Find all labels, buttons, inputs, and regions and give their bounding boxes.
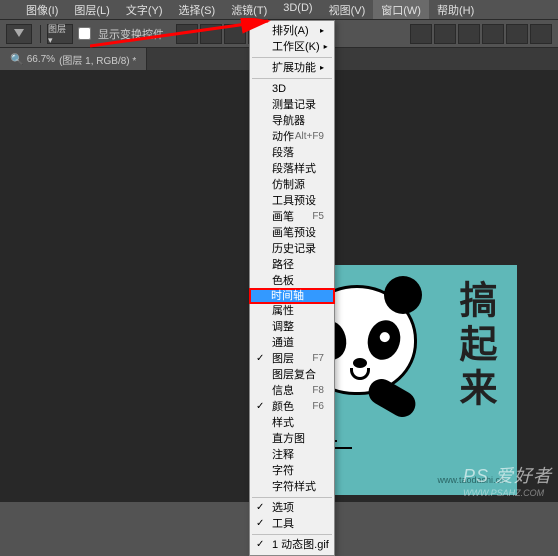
align-bottom-icon[interactable]: [224, 24, 246, 44]
distribute-buttons: [410, 24, 552, 44]
menu-window[interactable]: 窗口(W): [373, 0, 429, 19]
menu-item[interactable]: 仿制源: [250, 177, 334, 193]
menu-item[interactable]: 3D: [250, 81, 334, 97]
tab-zoom-percent: 66.7%: [27, 54, 55, 65]
menu-item[interactable]: 段落样式: [250, 161, 334, 177]
menu-item[interactable]: 通道: [250, 335, 334, 351]
3d-mode-icon[interactable]: [410, 24, 432, 44]
show-transform-controls-checkbox[interactable]: [78, 27, 91, 40]
3d-mode5-icon[interactable]: [506, 24, 528, 44]
menu-item[interactable]: 扩展功能: [250, 60, 334, 76]
auto-select-dropdown[interactable]: 图层 ▾: [47, 24, 73, 44]
menu-filter[interactable]: 滤镜(T): [223, 0, 275, 19]
menu-item[interactable]: 段落: [250, 145, 334, 161]
menu-item[interactable]: 图层F7: [250, 351, 334, 367]
menu-item[interactable]: 画笔F5: [250, 209, 334, 225]
menu-item[interactable]: 注释: [250, 447, 334, 463]
document-tab[interactable]: 🔍 66.7% (图层 1, RGB/8) *: [0, 48, 147, 70]
canvas-image: 搞起来 www.taodashi.cn: [332, 265, 517, 495]
menu-item[interactable]: 导航器: [250, 113, 334, 129]
show-transform-controls-label: 显示变换控件: [98, 26, 164, 42]
menu-type[interactable]: 文字(Y): [118, 0, 171, 19]
menu-select[interactable]: 选择(S): [171, 0, 224, 19]
menu-item[interactable]: 测量记录: [250, 97, 334, 113]
menu-item[interactable]: 样式: [250, 415, 334, 431]
menu-item[interactable]: 选项: [250, 500, 334, 516]
menu-item[interactable]: 图层复合: [250, 367, 334, 383]
window-menu-dropdown: 排列(A)工作区(K) 扩展功能 3D测量记录导航器动作Alt+F9段落段落样式仿制…: [249, 20, 335, 556]
menu-3d[interactable]: 3D(D): [275, 0, 320, 19]
menu-item[interactable]: 1 动态图.gif: [250, 537, 334, 553]
menu-view[interactable]: 视图(V): [321, 0, 374, 19]
menu-item[interactable]: 画笔预设: [250, 225, 334, 241]
menu-item[interactable]: 排列(A): [250, 23, 334, 39]
menu-item[interactable]: 属性: [250, 303, 334, 319]
tool-preset-picker[interactable]: [6, 24, 32, 44]
canvas-url: www.taodashi.cn: [437, 475, 505, 485]
zoom-icon: 🔍: [10, 53, 24, 66]
menu-item[interactable]: 历史记录: [250, 241, 334, 257]
menu-item[interactable]: 色板: [250, 273, 334, 289]
menu-item[interactable]: 直方图: [250, 431, 334, 447]
align-vcenter-icon[interactable]: [200, 24, 222, 44]
menubar: 图像(I) 图层(L) 文字(Y) 选择(S) 滤镜(T) 3D(D) 视图(V…: [0, 0, 558, 20]
3d-mode2-icon[interactable]: [434, 24, 456, 44]
menu-item[interactable]: 动作Alt+F9: [250, 129, 334, 145]
menu-item[interactable]: 路径: [250, 257, 334, 273]
3d-mode3-icon[interactable]: [458, 24, 480, 44]
tab-docinfo: (图层 1, RGB/8) *: [59, 52, 136, 67]
menu-image[interactable]: 图像(I): [18, 0, 66, 19]
menu-item[interactable]: 时间轴: [249, 288, 335, 304]
align-top-icon[interactable]: [176, 24, 198, 44]
menu-item[interactable]: 工具: [250, 516, 334, 532]
menu-item[interactable]: 工作区(K): [250, 39, 334, 55]
menu-help[interactable]: 帮助(H): [429, 0, 482, 19]
3d-mode4-icon[interactable]: [482, 24, 504, 44]
menu-item[interactable]: 工具预设: [250, 193, 334, 209]
3d-mode6-icon[interactable]: [530, 24, 552, 44]
menu-item[interactable]: 字符: [250, 463, 334, 479]
menu-item[interactable]: 调整: [250, 319, 334, 335]
menu-item[interactable]: 颜色F6: [250, 399, 334, 415]
menu-item[interactable]: 信息F8: [250, 383, 334, 399]
canvas-text: 搞起来: [447, 280, 502, 412]
menu-layer[interactable]: 图层(L): [66, 0, 117, 19]
menu-item[interactable]: 字符样式: [250, 479, 334, 495]
